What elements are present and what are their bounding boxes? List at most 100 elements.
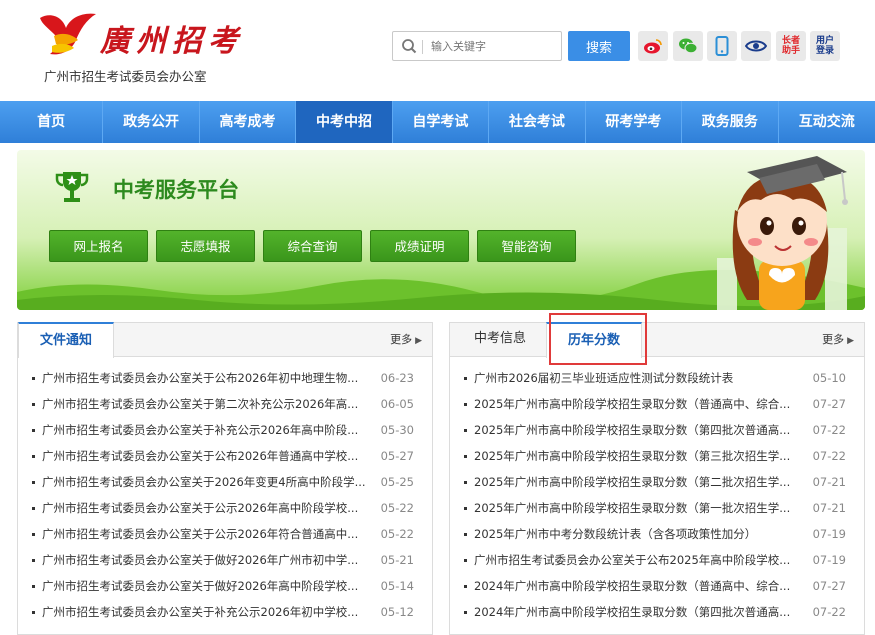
user-login-label: 用户 登录	[815, 36, 834, 56]
score-certificate-button[interactable]: 成绩证明	[370, 230, 469, 262]
list-item[interactable]: 2024年广州市高中阶段学校招生录取分数（普通高中、综合... 07-27	[450, 573, 864, 599]
bullet-icon	[464, 533, 467, 536]
item-title: 2025年广州市高中阶段学校招生录取分数（第二批次招生学...	[474, 475, 791, 489]
bullet-icon	[32, 533, 35, 536]
nav-item-gov-services[interactable]: 政务服务	[682, 101, 779, 143]
list-item[interactable]: 广州市招生考试委员会办公室关于做好2026年广州市初中学... 05-21	[18, 547, 432, 573]
list-item[interactable]: 2025年广州市高中阶段学校招生录取分数（第三批次招生学... 07-22	[450, 443, 864, 469]
bullet-icon	[464, 611, 467, 614]
list-item[interactable]: 广州市招生考试委员会办公室关于做好2026年高中阶段学校... 05-14	[18, 573, 432, 599]
item-title: 广州市招生考试委员会办公室关于2026年变更4所高中阶段学...	[42, 475, 366, 489]
student-mascot-illustration	[717, 156, 848, 310]
search-input[interactable]	[431, 36, 557, 56]
nav-item-interaction[interactable]: 互动交流	[779, 101, 875, 143]
list-item[interactable]: 广州市招生考试委员会办公室关于公示2026年符合普通高中... 05-22	[18, 521, 432, 547]
more-link[interactable]: 更多 ▶	[390, 323, 422, 357]
trophy-icon	[55, 172, 89, 202]
bullet-icon	[464, 377, 467, 380]
elder-helper-icon[interactable]: 长者 助手	[776, 31, 806, 61]
search-box	[392, 31, 562, 61]
list-item[interactable]: 广州市招生考试委员会办公室关于第二次补充公示2026年高... 06-05	[18, 391, 432, 417]
item-title: 广州市招生考试委员会办公室关于补充公示2026年初中学校...	[42, 605, 359, 619]
item-title: 广州市2026届初三毕业班适应性测试分数段统计表	[474, 371, 734, 385]
file-notice-list: 广州市招生考试委员会办公室关于公布2026年初中地理生物... 06-23 广州市…	[18, 365, 432, 625]
nav-item-graduate-exam[interactable]: 研考学考	[586, 101, 683, 143]
item-title: 广州市招生考试委员会办公室关于公布2026年普通高中学校...	[42, 449, 359, 463]
wechat-glyph	[679, 38, 698, 54]
panel-header: 中考信息 历年分数 更多 ▶	[450, 322, 864, 358]
bullet-icon	[32, 559, 35, 562]
item-date: 07-27	[812, 579, 846, 593]
logo-flame-icon	[40, 13, 96, 55]
item-title: 2025年广州市高中阶段学校招生录取分数（普通高中、综合...	[474, 397, 791, 411]
bullet-icon	[32, 429, 35, 432]
weibo-icon[interactable]	[638, 31, 668, 61]
list-item[interactable]: 2025年广州市高中阶段学校招生录取分数（第四批次普通高... 07-22	[450, 417, 864, 443]
nav-item-zhongkao[interactable]: 中考中招	[296, 101, 393, 143]
bullet-icon	[32, 585, 35, 588]
nav-item-government-affairs[interactable]: 政务公开	[103, 101, 200, 143]
item-title: 2024年广州市高中阶段学校招生录取分数（普通高中、综合...	[474, 579, 791, 593]
wechat-icon[interactable]	[673, 31, 703, 61]
tab-score-history[interactable]: 历年分数	[546, 322, 642, 358]
nav-item-home[interactable]: 首页	[0, 101, 104, 143]
bullet-icon	[464, 559, 467, 562]
item-title: 广州市招生考试委员会办公室关于公示2026年符合普通高中...	[42, 527, 359, 541]
bullet-icon	[32, 611, 35, 614]
list-item[interactable]: 广州市招生考试委员会办公室关于公布2026年普通高中学校... 05-27	[18, 443, 432, 469]
weibo-glyph	[644, 39, 662, 54]
site-logo[interactable]: 廣州招考 广州市招生考试委员会办公室	[32, 10, 238, 84]
list-item[interactable]: 广州市招生考试委员会办公室关于补充公示2026年初中学校... 05-12	[18, 599, 432, 625]
application-filling-button[interactable]: 志愿填报	[156, 230, 255, 262]
item-title: 广州市招生考试委员会办公室关于做好2026年广州市初中学...	[42, 553, 359, 567]
user-login-icon[interactable]: 用户 登录	[810, 31, 840, 61]
item-title: 广州市招生考试委员会办公室关于公布2025年高中阶段学校...	[474, 553, 791, 567]
search-separator	[422, 40, 423, 54]
more-label: 更多	[390, 333, 413, 346]
caret-right-icon: ▶	[847, 336, 854, 346]
list-item[interactable]: 广州市招生考试委员会办公室关于公示2026年高中阶段学校... 05-22	[18, 495, 432, 521]
item-title: 2025年广州市高中阶段学校招生录取分数（第四批次普通高...	[474, 423, 791, 437]
list-item[interactable]: 2025年广州市中考分数段统计表（含各项政策性加分） 07-19	[450, 521, 864, 547]
bullet-icon	[32, 507, 35, 510]
nav-item-gaokao[interactable]: 高考成考	[200, 101, 297, 143]
list-item[interactable]: 广州市招生考试委员会办公室关于补充公示2026年高中阶段... 05-30	[18, 417, 432, 443]
nav-item-self-study[interactable]: 自学考试	[393, 101, 490, 143]
bullet-icon	[32, 455, 35, 458]
search-button[interactable]: 搜索	[568, 31, 630, 61]
item-date: 05-27	[380, 449, 414, 463]
list-item[interactable]: 2025年广州市高中阶段学校招生录取分数（普通高中、综合... 07-27	[450, 391, 864, 417]
item-title: 2025年广州市高中阶段学校招生录取分数（第一批次招生学...	[474, 501, 791, 515]
banner-title: 中考服务平台	[113, 178, 239, 202]
more-link[interactable]: 更多 ▶	[822, 323, 854, 357]
list-item[interactable]: 2025年广州市高中阶段学校招生录取分数（第二批次招生学... 07-21	[450, 469, 864, 495]
bullet-icon	[464, 429, 467, 432]
list-item[interactable]: 广州市招生考试委员会办公室关于公布2026年初中地理生物... 06-23	[18, 365, 432, 391]
panel-header: 文件通知 更多 ▶	[18, 322, 432, 358]
comprehensive-query-button[interactable]: 综合查询	[263, 230, 362, 262]
item-date: 07-19	[812, 553, 846, 567]
online-registration-button[interactable]: 网上报名	[49, 230, 148, 262]
tab-file-notice[interactable]: 文件通知	[18, 322, 114, 358]
item-title: 广州市招生考试委员会办公室关于做好2026年高中阶段学校...	[42, 579, 359, 593]
nav-item-social-exam[interactable]: 社会考试	[489, 101, 586, 143]
search-icon	[402, 39, 417, 54]
bullet-icon	[32, 377, 35, 380]
smart-consult-button[interactable]: 智能咨询	[477, 230, 576, 262]
list-item[interactable]: 广州市招生考试委员会办公室关于2026年变更4所高中阶段学... 05-25	[18, 469, 432, 495]
item-title: 2024年广州市高中阶段学校招生录取分数（第四批次普通高...	[474, 605, 791, 619]
item-date: 06-23	[380, 371, 414, 385]
list-item[interactable]: 2024年广州市高中阶段学校招生录取分数（第四批次普通高... 07-22	[450, 599, 864, 625]
zhongkao-service-banner: 中考服务平台 网上报名 志愿填报 综合查询 成绩证明 智能咨询	[17, 150, 865, 310]
eye-icon[interactable]	[741, 31, 771, 61]
mobile-icon[interactable]	[707, 31, 737, 61]
bullet-icon	[464, 481, 467, 484]
logo-title: 廣州招考	[100, 24, 244, 59]
list-item[interactable]: 广州市招生考试委员会办公室关于公布2025年高中阶段学校... 07-19	[450, 547, 864, 573]
site-header: 廣州招考 广州市招生考试委员会办公室 搜索	[0, 0, 875, 96]
item-date: 05-25	[380, 475, 414, 489]
tab-zhongkao-info[interactable]: 中考信息	[460, 322, 540, 357]
list-item[interactable]: 2025年广州市高中阶段学校招生录取分数（第一批次招生学... 07-21	[450, 495, 864, 521]
bullet-icon	[464, 585, 467, 588]
list-item[interactable]: 广州市2026届初三毕业班适应性测试分数段统计表 05-10	[450, 365, 864, 391]
